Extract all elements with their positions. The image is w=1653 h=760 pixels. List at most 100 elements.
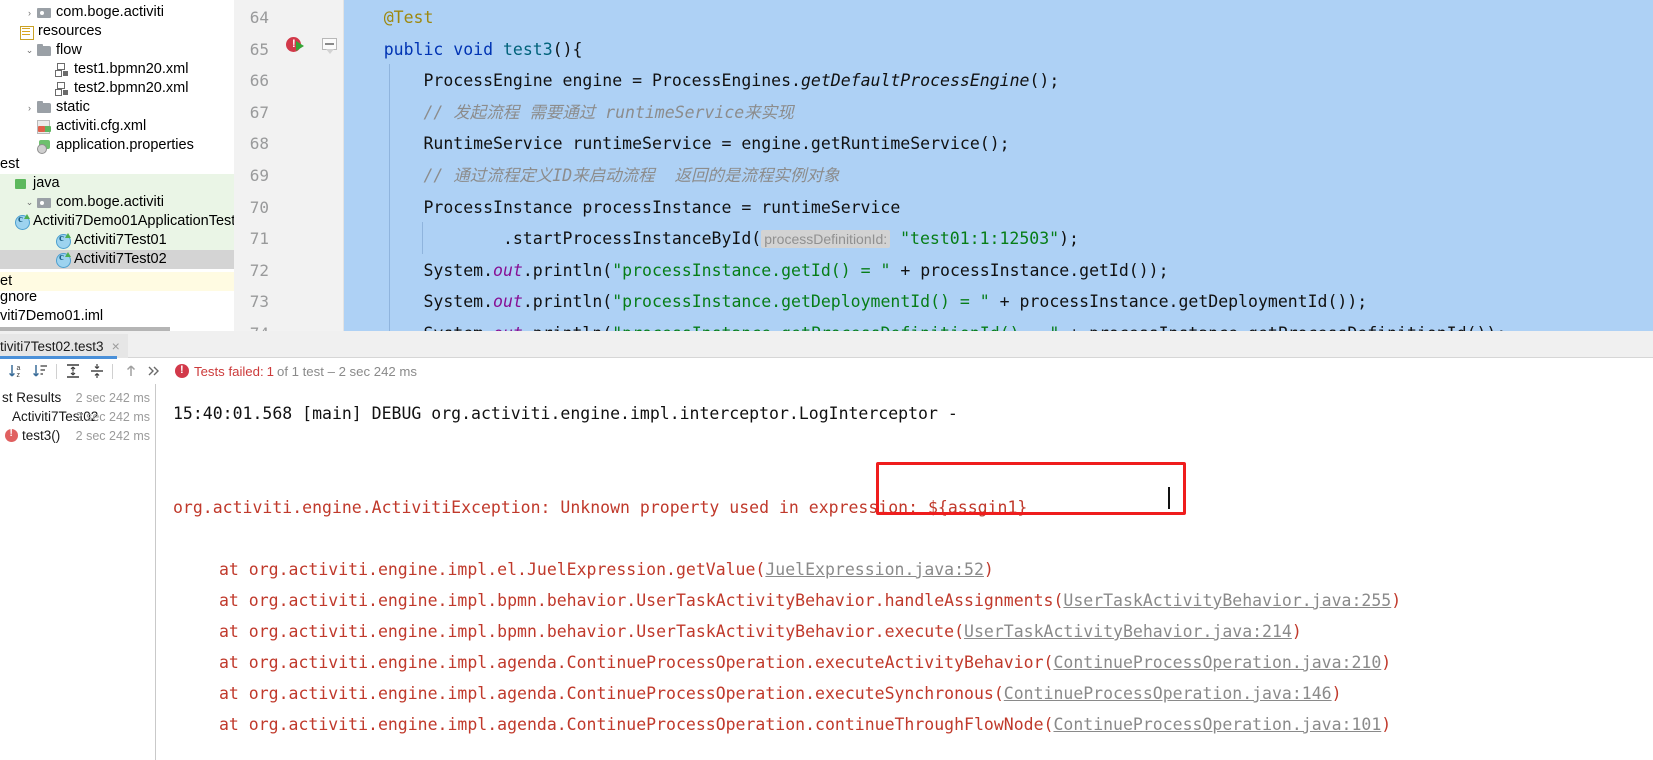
tests-failed-label: Tests failed:: [194, 363, 264, 379]
tree-twisty-icon[interactable]: ⌄: [23, 45, 36, 56]
code-editor[interactable]: ! 64 65 66 67 68 69 70 71 72 73 74 @Test public vo…: [234, 0, 1653, 331]
up-arrow-icon[interactable]: [122, 362, 140, 380]
resources-root-icon: [18, 24, 35, 40]
code-text-area[interactable]: @Test public void test3(){ ProcessEngine…: [344, 0, 1653, 331]
console-line: at org.activiti.engine.impl.agenda.Conti…: [219, 653, 1391, 673]
line-number: 68: [249, 134, 269, 154]
code-token: (){: [552, 39, 583, 59]
code-token: "processInstance.getDeploymentId() = ": [612, 292, 990, 312]
stacktrace-link[interactable]: UserTaskActivityBehavior.java:255: [1063, 591, 1391, 610]
project-tree-item-label: resources: [38, 23, 102, 39]
code-line[interactable]: System.out.println("processInstance.getI…: [344, 255, 1169, 287]
code-token: @Test: [383, 8, 434, 27]
project-tree-item[interactable]: application.properties: [0, 136, 234, 155]
console-text: at org.activiti.engine.impl.agenda.Conti…: [219, 653, 1054, 672]
expand-all-icon[interactable]: [64, 362, 82, 380]
project-tree-item[interactable]: java: [0, 174, 234, 193]
stacktrace-link[interactable]: ContinueProcessOperation.java:210: [1053, 653, 1381, 672]
line-number: 67: [249, 102, 269, 122]
run-tab-strip: tiviti7Test02.test3 ×: [0, 334, 1653, 359]
tree-twisty-icon[interactable]: ›: [23, 103, 36, 113]
test-result-row[interactable]: Activiti7Test02 2 sec 242 ms: [0, 407, 155, 426]
sort-alphabetically-icon[interactable]: a z: [8, 362, 26, 380]
project-tree-item[interactable]: test2.bpmn20.xml: [0, 79, 234, 98]
package-icon: [36, 5, 53, 20]
code-line[interactable]: RuntimeService runtimeService = engine.g…: [344, 128, 1009, 160]
test-results-tree[interactable]: st Results 2 sec 242 ms Activiti7Test02 2 s…: [0, 384, 156, 760]
project-tree-item-label: viti7Demo01.iml: [0, 308, 104, 324]
class-modified-tick-icon: [65, 252, 71, 257]
collapse-all-icon[interactable]: [88, 362, 106, 380]
code-token: ();: [1029, 71, 1060, 91]
project-tree-item[interactable]: est: [0, 155, 234, 174]
editor-gutter[interactable]: ! 64 65 66 67 68 69 70 71 72 73 74: [234, 0, 344, 331]
stacktrace-link[interactable]: UserTaskActivityBehavior.java:214: [964, 622, 1292, 641]
code-line[interactable]: System.out.println("processInstance.getD…: [344, 286, 1367, 318]
editor-vertical-scrollbar[interactable]: [1648, 0, 1653, 331]
line-number: 74: [234, 318, 269, 331]
line-number: 69: [249, 166, 269, 185]
sort-by-duration-icon[interactable]: [32, 362, 50, 380]
project-tree-item[interactable]: test1.bpmn20.xml: [0, 60, 234, 79]
code-fold-minus-icon[interactable]: [322, 38, 338, 56]
code-token: ProcessInstance processInstance = runtim…: [344, 197, 901, 217]
code-line[interactable]: ProcessEngine engine = ProcessEngines.ge…: [344, 65, 1059, 97]
show-more-icon[interactable]: [145, 362, 163, 380]
stacktrace-link[interactable]: ContinueProcessOperation.java:101: [1053, 715, 1381, 734]
console-output[interactable]: 15:40:01.568 [main] DEBUG org.activiti.e…: [157, 384, 1653, 760]
tree-twisty-icon[interactable]: ›: [23, 8, 36, 18]
code-line[interactable]: public void test3(){: [344, 34, 583, 66]
code-line[interactable]: ProcessInstance processInstance = runtim…: [344, 192, 900, 224]
project-tree-item[interactable]: › com.boge.activiti: [0, 3, 234, 22]
code-token: + processInstance.getProcessDefinitionId…: [1059, 324, 1506, 331]
test-result-row[interactable]: st Results 2 sec 242 ms: [0, 388, 155, 407]
console-text: ): [1381, 653, 1392, 672]
test-status-line: Tests failed: 1 of 1 test – 2 sec 242 ms: [175, 362, 417, 380]
stacktrace-link[interactable]: ContinueProcessOperation.java:146: [1004, 684, 1332, 703]
run-tool-window: tiviti7Test02.test3 × a z ! Tests failed…: [0, 334, 1653, 760]
run-test-with-error-icon[interactable]: !: [286, 36, 308, 58]
project-tool-window[interactable]: › com.boge.activiti resources ⌄ flow test1.bp…: [0, 0, 234, 331]
test-failed-icon: [5, 427, 18, 442]
test-duration: 2 sec 242 ms: [75, 390, 150, 405]
tree-twisty-icon[interactable]: ⌄: [23, 197, 36, 208]
console-text: at org.activiti.engine.impl.bpmn.behavio…: [219, 591, 1064, 610]
console-text: ): [983, 560, 994, 579]
test-result-row[interactable]: test3() 2 sec 242 ms: [0, 426, 155, 445]
close-icon[interactable]: ×: [112, 338, 120, 354]
project-tree-item[interactable]: activiti.cfg.xml: [0, 117, 234, 136]
code-token: + processInstance.getId());: [890, 260, 1169, 280]
code-line[interactable]: // 通过流程定义ID来启动流程 返回的是流程实例对象: [344, 160, 839, 192]
line-number: 64: [249, 8, 269, 27]
project-tree-item[interactable]: Activiti7Test01: [0, 231, 234, 250]
project-tree-item[interactable]: › static: [0, 98, 234, 117]
project-tree-item[interactable]: Activiti7Demo01ApplicationTests: [0, 212, 234, 231]
console-line: at org.activiti.engine.impl.el.JuelExpre…: [219, 560, 994, 580]
project-tree-item[interactable]: ⌄ flow: [0, 41, 234, 60]
console-text: ): [1331, 684, 1342, 703]
project-tree-item[interactable]: viti7Demo01.iml: [0, 307, 234, 326]
code-line[interactable]: .startProcessInstanceById(processDefinit…: [344, 223, 1079, 255]
project-tree-item-label: test1.bpmn20.xml: [74, 61, 189, 77]
project-tree-item[interactable]: gnore: [0, 288, 234, 307]
project-tree-item-label: flow: [56, 42, 82, 58]
stacktrace-link[interactable]: JuelExpression.java:52: [765, 560, 984, 579]
code-line[interactable]: System.out.println("processInstance.getP…: [344, 318, 1506, 331]
project-tree-item-label: application.properties: [56, 137, 194, 153]
console-line: at org.activiti.engine.impl.bpmn.behavio…: [219, 591, 1401, 611]
project-tree-item[interactable]: Activiti7Test02: [0, 250, 234, 269]
console-line: at org.activiti.engine.impl.agenda.Conti…: [219, 684, 1342, 704]
project-tree-item-label: est: [0, 156, 20, 172]
project-tree-item-label: gnore: [0, 289, 38, 305]
code-token: out: [493, 292, 523, 312]
code-token: getDefaultProcessEngine: [800, 71, 1030, 91]
project-tree-item-label: java: [33, 175, 60, 191]
svg-text:a: a: [17, 365, 21, 372]
run-configuration-tab[interactable]: tiviti7Test02.test3 ×: [0, 334, 128, 358]
test-duration: 2 sec 242 ms: [75, 409, 150, 424]
code-line[interactable]: // 发起流程 需要通过 runtimeService来实现: [344, 97, 793, 129]
code-line[interactable]: @Test: [344, 2, 434, 34]
project-tree-item[interactable]: ⌄ com.boge.activiti: [0, 193, 234, 212]
project-tree-item[interactable]: resources: [0, 22, 234, 41]
